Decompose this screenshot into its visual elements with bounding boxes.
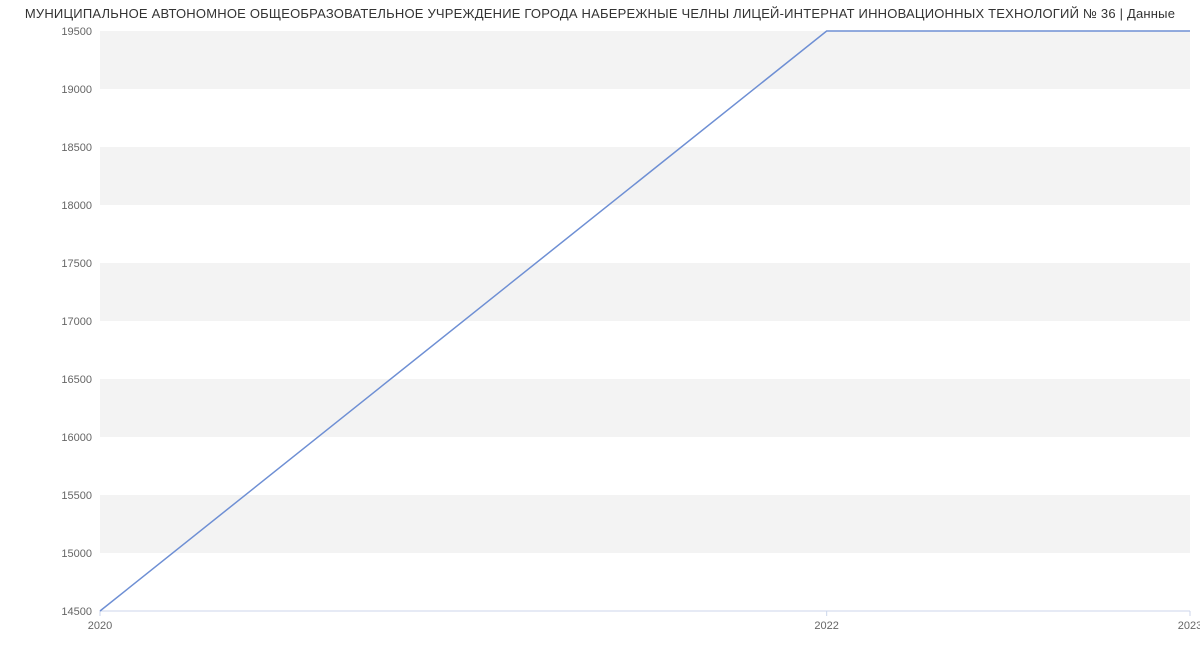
y-tick-label: 16500 (61, 374, 92, 386)
chart-area: 14500 15000 15500 16000 16500 17000 17500 18000… (0, 21, 1200, 641)
y-tick-label: 16000 (61, 432, 92, 444)
grid-band (100, 495, 1190, 553)
grid-band (100, 263, 1190, 321)
chart-svg: 14500 15000 15500 16000 16500 17000 17500 18000… (0, 21, 1200, 641)
y-tick-label: 15000 (61, 548, 92, 560)
chart-title: МУНИЦИПАЛЬНОЕ АВТОНОМНОЕ ОБЩЕОБРАЗОВАТЕЛ… (0, 0, 1200, 21)
y-tick-label: 14500 (61, 606, 92, 618)
y-tick-label: 19000 (61, 84, 92, 96)
y-tick-label: 17000 (61, 316, 92, 328)
y-tick-label: 17500 (61, 258, 92, 270)
x-tick-label: 2020 (88, 620, 112, 632)
y-tick-label: 15500 (61, 490, 92, 502)
x-tick-label: 2023 (1178, 620, 1200, 632)
x-tick-label: 2022 (814, 620, 838, 632)
y-tick-label: 18500 (61, 142, 92, 154)
y-tick-label: 18000 (61, 200, 92, 212)
grid-band (100, 379, 1190, 437)
y-tick-label: 19500 (61, 26, 92, 38)
grid-band (100, 31, 1190, 89)
